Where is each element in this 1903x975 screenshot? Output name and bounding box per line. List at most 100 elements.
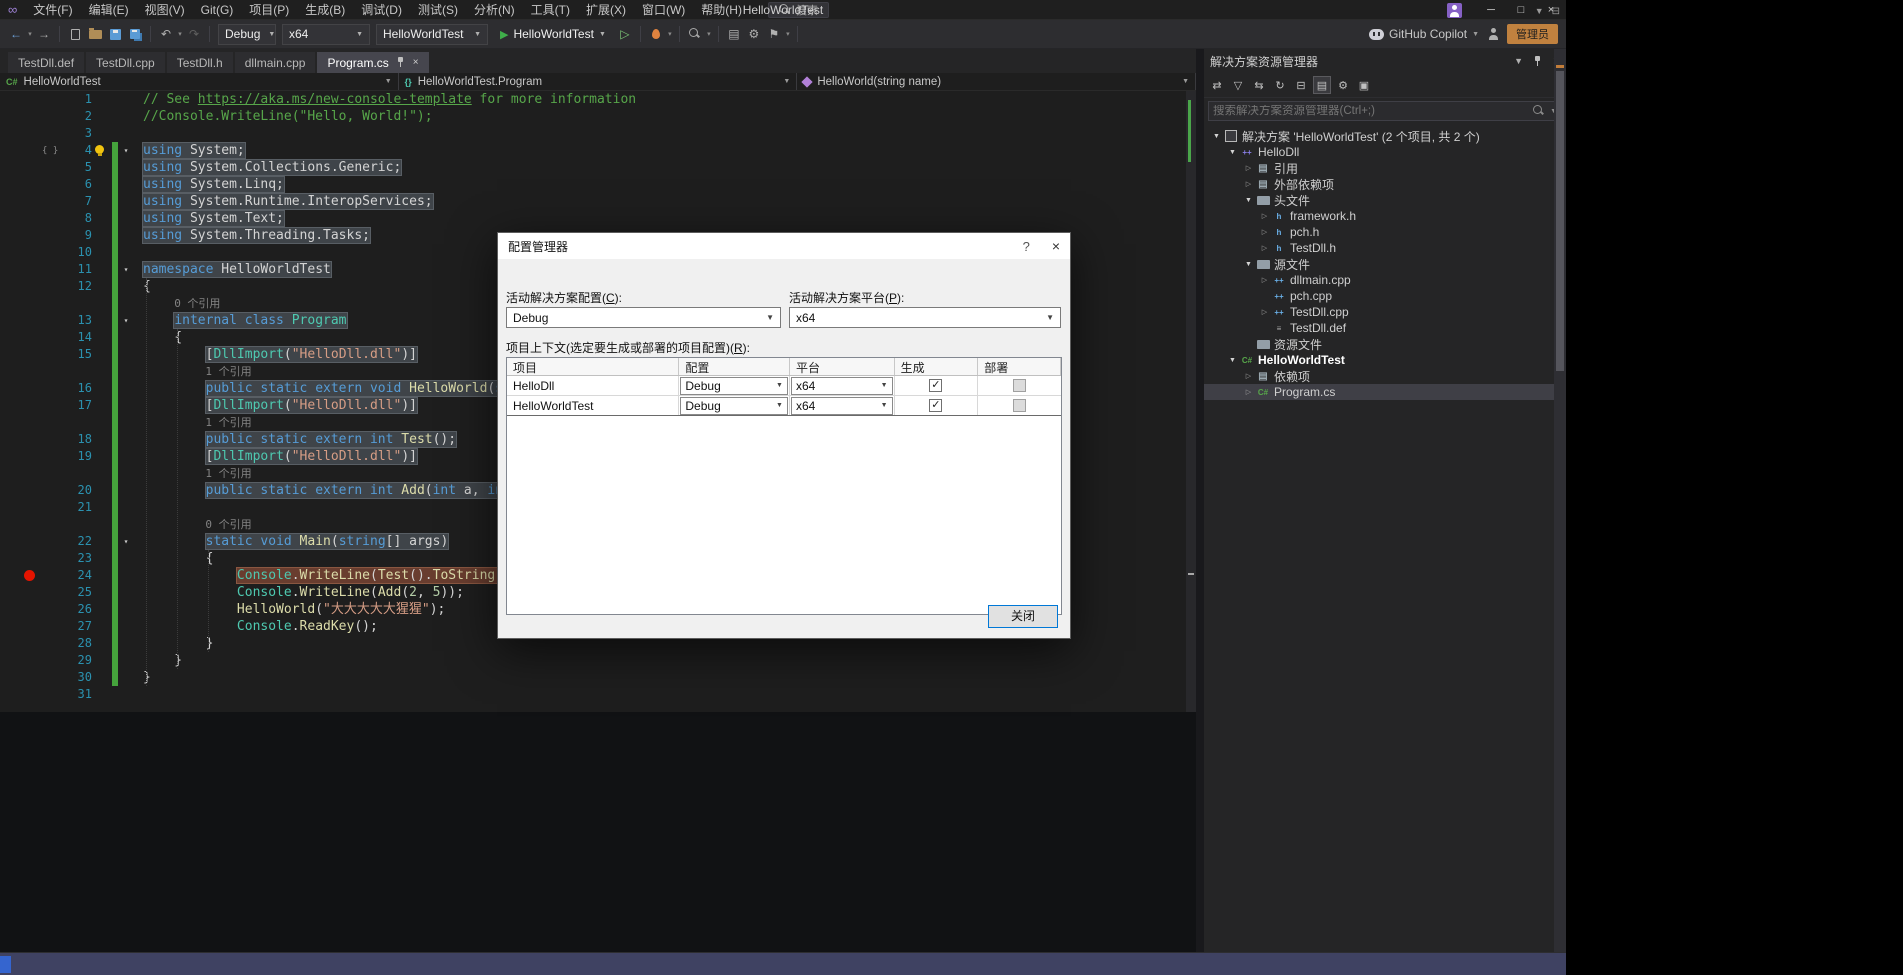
find-menu-chevron-icon[interactable]: ▾ [705,25,713,43]
breadcrumb-helloworld-string-name[interactable]: HelloWorld(string name)▼ [797,73,1196,90]
build-checkbox[interactable]: ✓ [929,399,942,412]
forward-icon[interactable]: → [36,25,52,43]
tree-item-资源文件[interactable]: 资源文件 [1204,336,1566,352]
code-line-1[interactable]: 1// See https://aka.ms/new-console-templ… [0,91,1196,108]
code-text[interactable]: //Console.WriteLine("Hello, World!"); [143,108,433,125]
sync-with-active-document-icon[interactable]: ⇆ [1250,76,1268,94]
menu-project[interactable]: 项目(P) [241,0,297,20]
new-project-icon[interactable] [67,25,83,43]
breakpoint-margin[interactable] [0,652,38,669]
solution-explorer-scrollbar[interactable] [1554,49,1566,952]
configuration-dropdown[interactable]: Debug▼ [218,24,276,45]
expand-arrow-icon[interactable]: ▷ [1258,276,1271,284]
expand-arrow-icon[interactable]: ▷ [1242,164,1255,172]
start-without-debugging-icon[interactable]: ▷ [617,25,633,43]
code-line-4[interactable]: 4▾using System;{ } [0,142,1196,159]
breakpoint-margin[interactable] [0,465,38,482]
code-line-31[interactable]: 31 [0,686,1196,703]
tree-item-pch-h[interactable]: ▷hpch.h [1204,224,1566,240]
breakpoint-margin[interactable] [0,550,38,567]
code-text[interactable]: namespace HelloWorldTest [143,261,331,278]
tree-item-testdll-def[interactable]: ≡TestDll.def [1204,320,1566,336]
hot-reload-menu-chevron-icon[interactable]: ▾ [666,25,674,43]
menu-extensions[interactable]: 扩展(X) [578,0,634,20]
codelens-references[interactable]: 1 个引用 [143,416,252,429]
tab-testdll-cpp[interactable]: TestDll.cpp [86,52,165,73]
filter-icon[interactable]: ▽ [1229,76,1247,94]
dialog-titlebar[interactable]: 配置管理器 ? × [498,233,1070,259]
fold-marker[interactable]: ▾ [118,142,134,159]
code-text[interactable]: } [143,635,213,652]
fold-marker[interactable]: ▾ [118,261,134,278]
code-text[interactable]: // See https://aka.ms/new-console-templa… [143,91,636,108]
solution-search-box[interactable]: ▼ [1208,101,1562,121]
breakpoint-margin[interactable] [0,635,38,652]
menu-window[interactable]: 窗口(W) [634,0,693,20]
undo-icon[interactable]: ↶ [158,25,174,43]
startup-project-dropdown[interactable]: HelloWorldTest▼ [376,24,488,45]
code-text[interactable]: { [143,550,213,567]
collapse-arrow-icon[interactable]: ▼ [1210,133,1223,140]
preview-selected-items-icon[interactable]: ▣ [1355,76,1373,94]
tree-item-framework-h[interactable]: ▷hframework.h [1204,208,1566,224]
breakpoint-margin[interactable] [0,176,38,193]
breakpoint-margin[interactable] [0,584,38,601]
menu-analyze[interactable]: 分析(N) [466,0,523,20]
panel-menu-chevron-icon[interactable]: ▼ [1514,56,1523,66]
breakpoint-margin[interactable] [0,482,38,499]
codelens-references[interactable]: 1 个引用 [143,365,252,378]
tree-item-依赖项[interactable]: ▷▤依赖项 [1204,368,1566,384]
tree-item-解决方案-helloworldtest-2-个项目-共-2-个[interactable]: ▼解决方案 'HelloWorldTest' (2 个项目, 共 2 个) [1204,128,1566,144]
menu-git[interactable]: Git(G) [193,0,242,20]
properties-icon[interactable]: ⚙ [1334,76,1352,94]
menu-build[interactable]: 生成(B) [297,0,353,20]
code-line-8[interactable]: 8using System.Text; [0,210,1196,227]
tab-program-cs[interactable]: Program.cs× [317,52,428,73]
user-avatar[interactable] [1447,3,1462,18]
breakpoint-margin[interactable] [0,567,38,584]
back-menu-chevron-icon[interactable]: ▾ [26,25,34,43]
switch-views-icon[interactable]: ⇄ [1208,76,1226,94]
code-line-6[interactable]: 6using System.Linq; [0,176,1196,193]
tree-item-testdll-h[interactable]: ▷hTestDll.h [1204,240,1566,256]
expand-arrow-icon[interactable]: ▷ [1258,228,1271,236]
code-text[interactable]: 1 个引用 [143,465,252,482]
breakpoint-margin[interactable] [0,227,38,244]
solution-explorer-icon[interactable]: ▤ [726,25,742,43]
tab-testdll-def[interactable]: TestDll.def [8,52,84,73]
close-dialog-button[interactable]: 关闭 [988,605,1058,628]
float-tab-icon[interactable]: ⊟ [1552,6,1560,17]
collapse-arrow-icon[interactable]: ▼ [1242,197,1255,204]
code-text[interactable]: HelloWorld("大大大大大猩猩"); [143,601,445,618]
breakpoint-margin[interactable] [0,414,38,431]
breakpoint-icon[interactable] [24,570,35,581]
codelens-references[interactable]: 0 个引用 [143,297,220,310]
tree-item-testdll-cpp[interactable]: ▷++TestDll.cpp [1204,304,1566,320]
open-file-icon[interactable] [87,25,103,43]
breakpoint-margin[interactable] [0,312,38,329]
breadcrumb-helloworldtest[interactable]: C#HelloWorldTest▼ [0,73,399,90]
breakpoint-margin[interactable] [0,91,38,108]
code-text[interactable]: public static extern int Test(); [143,431,456,448]
breakpoint-margin[interactable] [0,397,38,414]
breakpoint-margin[interactable] [0,278,38,295]
breakpoint-margin[interactable] [0,618,38,635]
breakpoint-margin[interactable] [0,159,38,176]
solution-search-input[interactable] [1213,105,1533,117]
pin-icon[interactable] [1533,56,1543,67]
undo-menu-chevron-icon[interactable]: ▾ [176,25,184,43]
expand-arrow-icon[interactable]: ▷ [1258,212,1271,220]
restore-button[interactable]: □ [1506,0,1536,20]
editor-scrollbar[interactable] [1186,91,1196,712]
build-checkbox[interactable]: ✓ [929,379,942,392]
tab-testdll-h[interactable]: TestDll.h [167,52,233,73]
breakpoint-margin[interactable] [0,669,38,686]
tab-dllmain-cpp[interactable]: dllmain.cpp [235,52,316,73]
code-text[interactable]: public static extern int Add(int a, int … [143,482,542,499]
breakpoint-margin[interactable] [0,210,38,227]
fold-marker[interactable]: ▾ [118,312,134,329]
collapse-arrow-icon[interactable]: ▼ [1242,261,1255,268]
redo-icon[interactable]: ↷ [186,25,202,43]
menu-edit[interactable]: 编辑(E) [81,0,137,20]
deploy-checkbox[interactable] [1013,399,1026,412]
